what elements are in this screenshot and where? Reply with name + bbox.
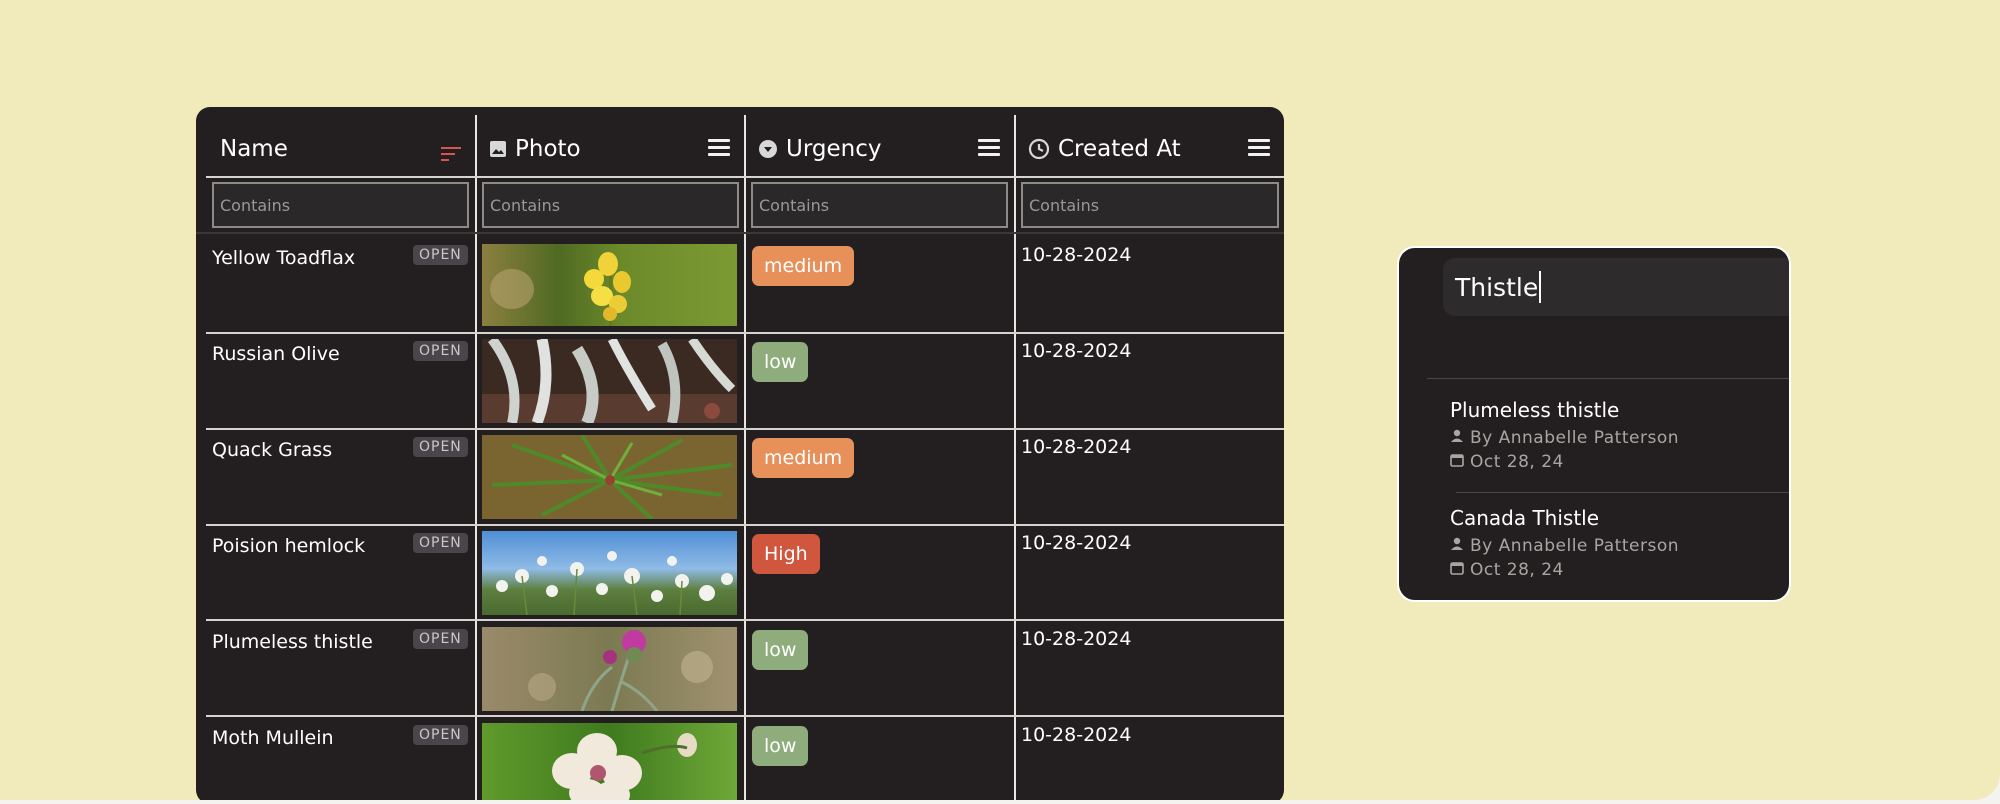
row-divider — [206, 524, 1284, 526]
result-title: Canada Thistle — [1450, 506, 1600, 530]
created-at: 10-28-2024 — [1021, 244, 1132, 266]
created-at-filter-input[interactable]: Contains — [1021, 182, 1279, 228]
sort-icon[interactable] — [441, 142, 461, 168]
row-divider — [206, 428, 1284, 430]
column-header-label: Name — [220, 136, 288, 162]
created-at: 10-28-2024 — [1021, 532, 1132, 554]
result-author: By Annabelle Patterson — [1470, 536, 1679, 556]
column-header-urgency[interactable]: Urgency — [746, 117, 1014, 181]
column-divider[interactable] — [475, 115, 477, 800]
column-divider[interactable] — [744, 115, 746, 800]
text-caret — [1539, 271, 1542, 303]
result-date: Oct 28, 24 — [1470, 560, 1564, 580]
column-menu-icon[interactable] — [1248, 139, 1270, 157]
urgency-filter-input[interactable]: Contains — [751, 182, 1008, 228]
created-at: 10-28-2024 — [1021, 436, 1132, 458]
column-header-label: Urgency — [786, 136, 882, 162]
status-badge: OPEN — [413, 725, 468, 745]
row-name: Poision hemlock — [212, 535, 366, 557]
dropdown-circle-icon — [758, 139, 778, 159]
calendar-icon — [1450, 452, 1464, 472]
person-icon — [1450, 428, 1464, 448]
column-menu-icon[interactable] — [978, 139, 1000, 157]
column-header-name[interactable]: Name — [196, 117, 475, 181]
result-author: By Annabelle Patterson — [1470, 428, 1679, 448]
row-photo[interactable] — [482, 435, 737, 519]
urgency-badge: medium — [752, 246, 855, 286]
result-date: Oct 28, 24 — [1470, 452, 1564, 472]
created-at: 10-28-2024 — [1021, 724, 1132, 746]
urgency-badge: low — [752, 342, 809, 382]
status-badge: OPEN — [413, 437, 468, 457]
photo-filter-input[interactable]: Contains — [482, 182, 739, 228]
row-name: Plumeless thistle — [212, 631, 373, 653]
created-at: 10-28-2024 — [1021, 340, 1132, 362]
row-photo[interactable] — [482, 627, 737, 711]
person-icon — [1450, 536, 1464, 556]
image-icon — [489, 140, 507, 158]
urgency-badge: High — [752, 534, 820, 574]
status-badge: OPEN — [413, 533, 468, 553]
calendar-icon — [1450, 560, 1464, 580]
status-badge: OPEN — [413, 245, 468, 265]
column-header-created-at[interactable]: Created At — [1016, 117, 1284, 181]
row-divider — [206, 619, 1284, 621]
urgency-badge: medium — [752, 438, 855, 478]
row-divider — [206, 715, 1284, 717]
filter-divider — [196, 232, 1284, 234]
weeds-table: Name Photo Urgency Created At Contains C… — [196, 107, 1284, 800]
column-divider[interactable] — [1014, 115, 1016, 800]
row-name: Moth Mullein — [212, 727, 334, 749]
urgency-badge: low — [752, 726, 809, 766]
search-input[interactable]: Thistle — [1443, 258, 1789, 316]
clock-icon — [1028, 138, 1050, 160]
results-divider — [1456, 492, 1789, 493]
urgency-badge: low — [752, 630, 809, 670]
column-menu-icon[interactable] — [708, 139, 730, 157]
result-title: Plumeless thistle — [1450, 398, 1620, 422]
row-name: Yellow Toadflax — [212, 247, 356, 269]
row-photo[interactable] — [482, 339, 737, 423]
column-header-photo[interactable]: Photo — [477, 117, 744, 181]
row-name: Russian Olive — [212, 343, 340, 365]
page-background: Name Photo Urgency Created At Contains C… — [0, 0, 2000, 800]
row-photo[interactable] — [482, 244, 737, 326]
column-header-label: Photo — [515, 136, 581, 162]
row-photo[interactable] — [482, 531, 737, 615]
row-divider — [206, 332, 1284, 334]
status-badge: OPEN — [413, 629, 468, 649]
status-badge: OPEN — [413, 341, 468, 361]
results-divider — [1427, 378, 1789, 379]
name-filter-input[interactable]: Contains — [212, 182, 469, 228]
row-photo[interactable] — [482, 723, 737, 800]
column-header-label: Created At — [1058, 136, 1181, 162]
search-query: Thistle — [1455, 272, 1539, 302]
row-name: Quack Grass — [212, 439, 333, 461]
search-popup: Thistle Plumeless thistle By Annabelle P… — [1397, 246, 1791, 602]
created-at: 10-28-2024 — [1021, 628, 1132, 650]
